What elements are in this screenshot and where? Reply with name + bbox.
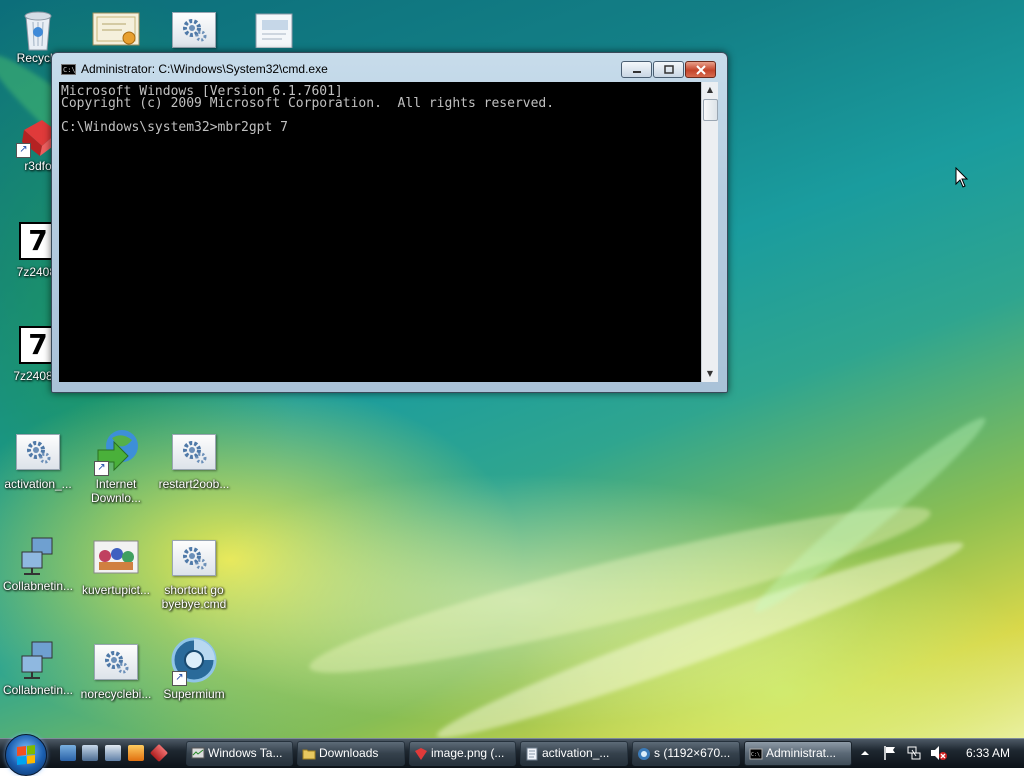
desktop-icon-collabnet-2[interactable]: Collabnetin... <box>0 640 76 697</box>
network-computer-icon <box>14 640 62 680</box>
taskbar-button-label: Windows Ta... <box>208 746 283 760</box>
close-icon <box>695 64 706 75</box>
browser-icon <box>637 746 651 760</box>
icon-label: Collabnetin... <box>2 579 74 593</box>
document-icon <box>248 12 296 52</box>
desktop-icon-activation[interactable]: activation_... <box>0 434 76 491</box>
vertical-scrollbar[interactable]: ▲ ▼ <box>701 82 718 382</box>
minimize-icon <box>632 70 641 73</box>
cmd-window[interactable]: C:\ Administrator: C:\Windows\System32\c… <box>51 52 728 393</box>
taskbar-button-label: Administrat... <box>766 746 837 760</box>
gear-script-icon <box>170 434 218 474</box>
taskbar-button-browser[interactable]: s (1192×670... <box>632 741 740 766</box>
icon-label: Collabnetin... <box>2 683 74 697</box>
notepad-icon <box>525 746 539 761</box>
desktop-icon-kuvertupict[interactable]: kuvertupict... <box>78 540 154 597</box>
recycle-bin-icon <box>14 8 62 51</box>
shortcut-arrow-icon: ↗ <box>16 143 31 158</box>
gear-script-icon <box>14 434 62 474</box>
cmd-icon: C:\ <box>749 746 763 760</box>
certificate-icon <box>92 12 140 52</box>
gear-script-icon <box>170 12 218 52</box>
taskbar-button-task-manager[interactable]: Windows Ta... <box>186 741 293 766</box>
console-line: Copyright (c) 2009 Microsoft Corporation… <box>61 96 555 111</box>
desktop-icon-norecyclebin[interactable]: norecyclebi... <box>78 644 154 701</box>
taskbar-button-activation[interactable]: activation_... <box>520 741 628 766</box>
icon-label: activation_... <box>4 477 72 491</box>
picture-icon <box>92 540 140 580</box>
icon-label: norecyclebi... <box>80 687 152 701</box>
switch-windows-icon[interactable] <box>82 745 98 761</box>
taskbar-button-label: Downloads <box>319 746 379 760</box>
minimize-button[interactable] <box>621 61 652 78</box>
maximize-button[interactable] <box>653 61 684 78</box>
gear-script-icon <box>92 644 140 684</box>
cmd-icon: C:\ <box>61 64 76 75</box>
show-hidden-icons-icon[interactable] <box>860 748 870 758</box>
icon-label: Supermium <box>163 687 225 701</box>
desktop-icon-script[interactable] <box>156 12 232 55</box>
taskbar-button-image[interactable]: image.png (... <box>409 741 516 766</box>
internet-download-manager-icon: ↗ <box>92 428 140 476</box>
media-player-icon[interactable] <box>128 745 144 761</box>
console-prompt-line: C:\Windows\system32>mbr2gpt 7 <box>61 120 288 135</box>
start-button[interactable] <box>5 734 47 776</box>
clock[interactable]: 6:33 AM <box>966 746 1010 760</box>
taskbar: Windows Ta... Downloads image.png (... a… <box>0 734 1024 776</box>
scroll-down-icon[interactable]: ▼ <box>702 366 718 382</box>
supermium-browser-icon: ↗ <box>170 636 218 686</box>
icon-label: kuvertupict... <box>81 583 151 597</box>
windows-logo-icon <box>17 745 35 765</box>
app-launcher-icon[interactable] <box>149 743 169 763</box>
show-desktop-icon[interactable] <box>60 745 76 761</box>
taskbar-button-downloads[interactable]: Downloads <box>297 741 405 766</box>
scroll-up-icon[interactable]: ▲ <box>702 82 718 98</box>
taskbar-button-cmd[interactable]: C:\ Administrat... <box>744 741 852 766</box>
desktop-icon-supermium[interactable]: ↗ Supermium <box>156 636 232 701</box>
maximize-icon <box>663 64 674 74</box>
svg-text:C:\: C:\ <box>751 752 760 758</box>
gear-script-icon <box>170 540 218 580</box>
volume-muted-icon[interactable] <box>930 745 948 761</box>
desktop-icon-collabnet-1[interactable]: Collabnetin... <box>0 536 76 593</box>
taskbar-button-label: s (1192×670... <box>654 746 731 760</box>
desktop-icon-certificate[interactable] <box>78 12 154 55</box>
console-output[interactable]: Microsoft Windows [Version 6.1.7601] Copy… <box>59 82 701 382</box>
icon-label: restart2oob... <box>158 477 230 491</box>
network-computer-icon <box>14 536 62 576</box>
action-center-flag-icon[interactable] <box>882 745 898 761</box>
desktop-icon-internet-download-manager[interactable]: ↗ Internet Downlo... <box>78 428 154 505</box>
icon-label: Internet Downlo... <box>90 477 142 505</box>
shortcut-arrow-icon: ↗ <box>172 671 187 686</box>
mouse-cursor-icon <box>955 167 969 188</box>
scroll-thumb[interactable] <box>703 99 718 121</box>
network-icon[interactable] <box>906 745 922 761</box>
taskbar-button-label: image.png (... <box>431 746 505 760</box>
folder-icon <box>302 746 316 760</box>
icon-label: shortcut go byebye.cmd <box>161 583 227 611</box>
computer-icon[interactable] <box>105 745 121 761</box>
image-editor-icon <box>414 746 428 760</box>
shortcut-arrow-icon: ↗ <box>94 461 109 476</box>
window-title: Administrator: C:\Windows\System32\cmd.e… <box>81 62 328 76</box>
close-button[interactable] <box>685 61 716 78</box>
desktop-icon-document[interactable] <box>234 12 310 55</box>
desktop-icon-shortcut-go-byebye[interactable]: shortcut go byebye.cmd <box>156 540 232 611</box>
desktop: Recycle ↗ r3dfo 7 7z2408. 7 7z2408-x act… <box>0 0 1024 738</box>
task-manager-icon <box>191 746 205 760</box>
desktop-icon-restart2oobe[interactable]: restart2oob... <box>156 434 232 491</box>
taskbar-button-label: activation_... <box>542 746 610 760</box>
cmd-titlebar[interactable]: C:\ Administrator: C:\Windows\System32\c… <box>52 53 727 83</box>
